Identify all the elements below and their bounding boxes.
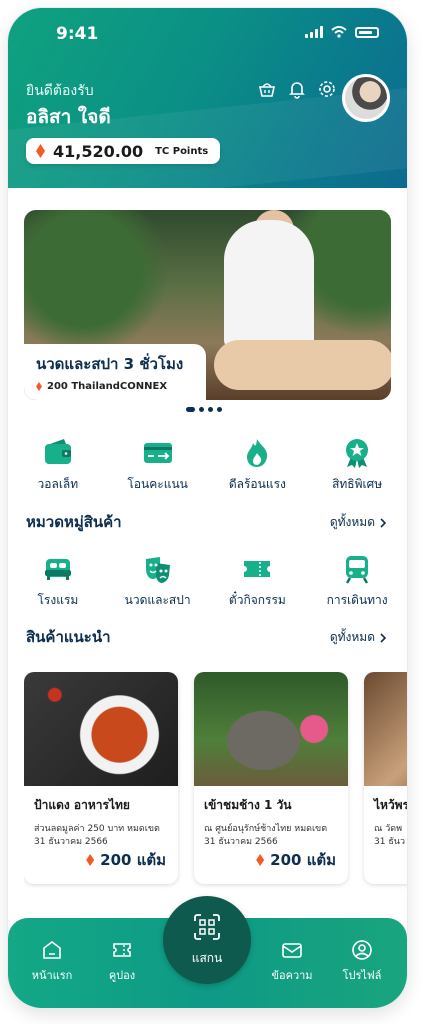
banner-card: นวดและสปา 3 ชั่วโมง 200 ThailandCONNEX (24, 344, 206, 400)
masks-icon (141, 552, 175, 586)
product-price: 200 แต้ม (256, 848, 336, 872)
profile-icon (350, 938, 374, 962)
product-title: ป้าแดง อาหารไทย (34, 798, 130, 812)
recommended-list: ป้าแดง อาหารไทย ส่วนลดมูลค่า 250 บาท หมด… (24, 672, 407, 892)
product-price-text: 200 แต้ม (270, 851, 336, 869)
quick-action-hot-deals[interactable]: ดีลร้อนแรง (208, 436, 308, 494)
train-icon (340, 552, 374, 586)
avatar[interactable] (342, 74, 390, 122)
nav-home[interactable]: หน้าแรก (22, 938, 82, 984)
category-label: นวดและสปา (124, 593, 191, 607)
product-card[interactable]: ป้าแดง อาหารไทย ส่วนลดมูลค่า 250 บาท หมด… (24, 672, 178, 884)
product-price: 200 แต้ม (86, 848, 166, 872)
see-all-label: ดูทั้งหมด (329, 515, 375, 529)
nav-coupon-label: คูปอง (108, 969, 136, 982)
points-unit: TC Points (155, 145, 209, 157)
banner-subtitle: 200 ThailandCONNEX (47, 381, 168, 392)
quick-action-wallet[interactable]: วอลเล็ท (8, 436, 108, 494)
nav-coupon[interactable]: คูปอง (92, 938, 152, 984)
wallet-icon (41, 436, 75, 470)
chevron-right-icon (380, 632, 387, 643)
coupon-icon (110, 938, 134, 962)
status-time: 9:41 (56, 24, 99, 44)
product-card[interactable]: เข้าชมช้าง 1 วัน ณ ศูนย์อนุรักษ์ช้างไทย … (194, 672, 348, 884)
category-travel[interactable]: การเดินทาง (307, 552, 407, 610)
nav-profile[interactable]: โปรไฟล์ (332, 938, 392, 984)
product-title: เข้าชมช้าง 1 วัน (204, 798, 292, 812)
carousel-dots[interactable] (186, 407, 222, 412)
category-label: การเดินทาง (326, 593, 388, 607)
signal-icon (305, 26, 323, 38)
home-icon (40, 938, 64, 962)
points-value: 41,520.00 (53, 141, 144, 161)
quick-action-label: ดีลร้อนแรง (228, 477, 286, 491)
fire-icon (240, 436, 274, 470)
product-desc: ณ ศูนย์อนุรักษ์ช้างไทย หมดเขต (204, 824, 328, 834)
quick-action-label: สิทธิพิเศษ (332, 477, 383, 491)
scan-label: แสกน (191, 951, 223, 965)
promo-banner[interactable]: นวดและสปา 3 ชั่วโมง 200 ThailandCONNEX (24, 210, 391, 400)
category-label: โรงแรม (37, 593, 79, 607)
nav-home-label: หน้าแรก (31, 969, 73, 982)
category-label: ตั๋วกิจกรรม (228, 593, 286, 607)
gear-icon[interactable] (316, 78, 338, 100)
recommended-see-all[interactable]: ดูทั้งหมด (330, 628, 387, 647)
badge-icon (340, 436, 374, 470)
category-hotel[interactable]: โรงแรม (8, 552, 108, 610)
category-list: โรงแรม นวดและสปา ตั๋วกิจกรรม การเดินทาง (8, 552, 407, 610)
greeting-text: ยินดีต้องรับ (26, 83, 94, 99)
scan-button[interactable]: แสกน (163, 896, 251, 984)
diamond-icon (36, 144, 45, 158)
banner-title: นวดและสปา 3 ชั่วโมง (36, 355, 184, 373)
recommended-title: สินค้าแนะนำ (26, 628, 111, 646)
user-name: อลิสา ใจดี (26, 106, 111, 128)
categories-see-all[interactable]: ดูทั้งหมด (330, 513, 387, 532)
quick-action-label: วอลเล็ท (37, 477, 79, 491)
transfer-card-icon (141, 436, 175, 470)
product-image (364, 672, 407, 786)
header: 9:41 ยินดีต้องรับ อลิสา ใจดี 41,520.00 T… (8, 8, 407, 214)
product-image (194, 672, 348, 786)
quick-action-transfer[interactable]: โอนคะแนน (108, 436, 208, 494)
app-screen: 9:41 ยินดีต้องรับ อลิสา ใจดี 41,520.00 T… (8, 8, 407, 1008)
quick-action-privileges[interactable]: สิทธิพิเศษ (307, 436, 407, 494)
see-all-label: ดูทั้งหมด (329, 630, 375, 644)
categories-title: หมวดหมู่สินค้า (26, 513, 122, 531)
product-desc: ณ วัดพ (374, 824, 403, 834)
chevron-right-icon (380, 517, 387, 528)
ticket-icon (240, 552, 274, 586)
nav-messages[interactable]: ข้อความ (262, 938, 322, 984)
bed-icon (41, 552, 75, 586)
category-tickets[interactable]: ตั๋วกิจกรรม (208, 552, 308, 610)
wifi-icon (331, 26, 347, 38)
product-desc: ส่วนลดมูลค่า 250 บาท หมดเขต (34, 824, 160, 834)
basket-icon[interactable] (256, 78, 278, 100)
category-spa[interactable]: นวดและสปา (108, 552, 208, 610)
product-image (24, 672, 178, 786)
diamond-icon (86, 854, 95, 866)
mail-icon (280, 938, 304, 962)
quick-action-label: โอนคะแนน (127, 477, 188, 491)
diamond-icon (36, 382, 42, 391)
product-title: ไหว้พร (374, 798, 407, 812)
quick-actions: วอลเล็ท โอนคะแนน ดีลร้อนแรง สิทธิพิเศษ (8, 436, 407, 494)
status-bar: 9:41 (8, 8, 407, 56)
nav-messages-label: ข้อความ (271, 969, 313, 982)
qr-scan-icon (192, 912, 222, 945)
bell-icon[interactable] (286, 78, 308, 100)
diamond-icon (256, 854, 265, 866)
points-badge[interactable]: 41,520.00 TC Points (26, 138, 221, 164)
product-price-text: 200 แต้ม (100, 851, 166, 869)
battery-icon (355, 26, 379, 38)
nav-profile-label: โปรไฟล์ (342, 969, 382, 982)
product-card[interactable]: ไหว้พร ณ วัดพ 31 ธันว (364, 672, 407, 884)
product-expiry: 31 ธันว (374, 837, 406, 847)
